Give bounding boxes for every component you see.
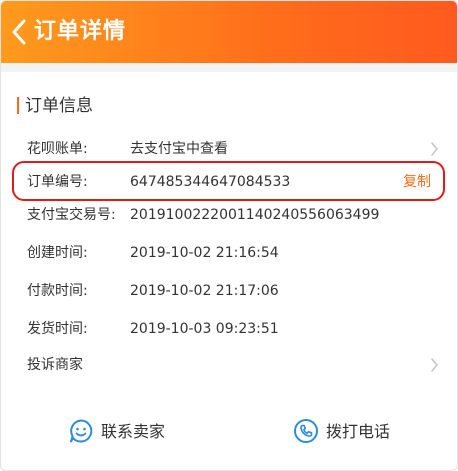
created-time-row: 创建时间: 2019-10-02 21:16:54 xyxy=(1,236,457,270)
shipped-time-value: 2019-10-03 09:23:51 xyxy=(130,321,279,337)
chevron-right-icon xyxy=(431,358,438,372)
order-number-row: 订单编号: 647485344647084533 复制 xyxy=(1,165,457,199)
section-accent-bar xyxy=(17,97,19,114)
alipay-trade-label: 支付宝交易号: xyxy=(27,207,116,223)
chevron-right-icon xyxy=(431,142,438,156)
alipay-trade-value: 2019100222001140240556063499 xyxy=(130,207,380,223)
back-arrow-icon[interactable] xyxy=(10,18,30,46)
order-number-value: 647485344647084533 xyxy=(130,174,291,190)
call-phone-label: 拨打电话 xyxy=(326,422,391,441)
order-detail-screen: 订单详情 订单信息 花呗账单: 去支付宝中查看 订单编号: 6474853446… xyxy=(0,0,458,471)
paid-time-value: 2019-10-02 21:17:06 xyxy=(130,283,279,299)
complain-seller-row[interactable]: 投诉商家 xyxy=(1,348,457,382)
contact-seller-button[interactable]: 联系卖家 xyxy=(68,416,188,450)
huabei-bill-value: 去支付宝中查看 xyxy=(130,141,228,157)
paid-time-row: 付款时间: 2019-10-02 21:17:06 xyxy=(1,274,457,308)
phone-icon xyxy=(294,419,318,443)
chat-smile-icon xyxy=(70,419,93,443)
huabei-bill-label: 花呗账单: xyxy=(27,141,88,157)
order-number-label: 订单编号: xyxy=(27,174,88,190)
call-phone-button[interactable]: 拨打电话 xyxy=(293,416,413,450)
complain-seller-label: 投诉商家 xyxy=(27,357,83,373)
contact-seller-label: 联系卖家 xyxy=(101,422,166,441)
section-title: 订单信息 xyxy=(25,96,93,116)
page-title: 订单详情 xyxy=(34,19,127,44)
created-time-value: 2019-10-02 21:16:54 xyxy=(130,245,279,261)
copy-button[interactable]: 复制 xyxy=(403,172,431,192)
header-divider xyxy=(1,63,457,72)
alipay-trade-row: 支付宝交易号: 2019100222001140240556063499 xyxy=(1,198,457,232)
shipped-time-row: 发货时间: 2019-10-03 09:23:51 xyxy=(1,312,457,346)
created-time-label: 创建时间: xyxy=(27,245,88,261)
shipped-time-label: 发货时间: xyxy=(27,321,88,337)
app-header: 订单详情 xyxy=(1,1,457,63)
paid-time-label: 付款时间: xyxy=(27,283,88,299)
